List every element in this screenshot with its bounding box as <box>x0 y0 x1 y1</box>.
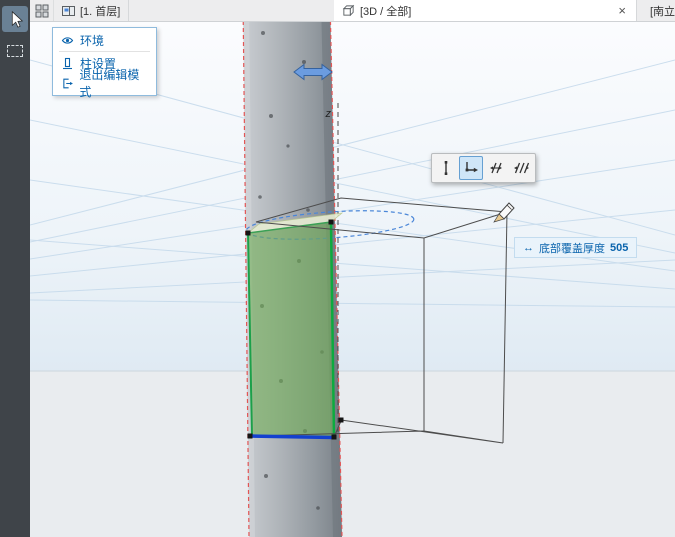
tab-label: [3D / 全部] <box>360 3 411 19</box>
menu-item-label: 退出编辑模式 <box>79 66 148 100</box>
skew-stretch-icon <box>487 159 505 177</box>
skew-all-stretch-icon <box>512 159 530 177</box>
tab-3d-all[interactable]: [3D / 全部] × <box>334 0 637 21</box>
thickness-tooltip: ↔ 底部覆盖厚度 505 <box>514 237 637 258</box>
tab-bar: [1. 首层] [3D / 全部] × [南立面 <box>30 0 675 22</box>
floor-plan-icon <box>62 5 75 17</box>
pet-palette <box>431 153 536 183</box>
tab-label: [1. 首层] <box>80 3 120 19</box>
menu-separator <box>59 51 150 52</box>
pet-option-skew-all-stretch[interactable] <box>509 156 533 180</box>
menu-item-label: 环境 <box>80 32 104 49</box>
z-axis-label: z <box>325 108 332 120</box>
pet-option-skew-stretch[interactable] <box>484 156 508 180</box>
tooltip-value: 505 <box>610 242 628 254</box>
exit-icon <box>61 77 73 90</box>
tab-label: [南立面 <box>650 3 675 19</box>
quad-view-icon <box>35 4 49 18</box>
green-selection-region[interactable] <box>248 222 334 437</box>
tab-south-elevation[interactable]: [南立面 <box>637 0 675 21</box>
pet-option-elbow-stretch[interactable] <box>459 156 483 180</box>
tab-first-floor[interactable]: [1. 首层] <box>54 0 129 21</box>
resize-arrow-icon: ↔ <box>523 242 534 254</box>
tab-close-button[interactable]: × <box>616 4 628 17</box>
tabbar-spacer <box>129 0 334 21</box>
ground-plane <box>30 371 675 537</box>
marquee-icon <box>7 45 23 57</box>
edit-context-menu: 环境 柱设置 退出编辑模式 <box>52 27 157 96</box>
cursor-arrow-icon <box>5 9 25 29</box>
tooltip-label: 底部覆盖厚度 <box>539 240 605 256</box>
elbow-stretch-icon <box>462 159 480 177</box>
app-window: z <box>0 0 675 537</box>
marquee-select-tool-button[interactable] <box>2 38 28 64</box>
vertical-stretch-icon <box>437 159 455 177</box>
cube-3d-icon <box>342 4 355 17</box>
menu-item-exit-edit-mode[interactable]: 退出编辑模式 <box>53 73 156 93</box>
arrow-select-tool-button[interactable] <box>2 6 28 32</box>
tool-sidebar <box>0 0 30 537</box>
eye-icon <box>61 34 74 47</box>
menu-item-environment[interactable]: 环境 <box>53 30 156 50</box>
pet-option-vertical-stretch[interactable] <box>434 156 458 180</box>
bottom-edge-highlight[interactable] <box>250 436 334 438</box>
column-icon <box>61 57 74 70</box>
quad-view-button[interactable] <box>30 0 54 21</box>
